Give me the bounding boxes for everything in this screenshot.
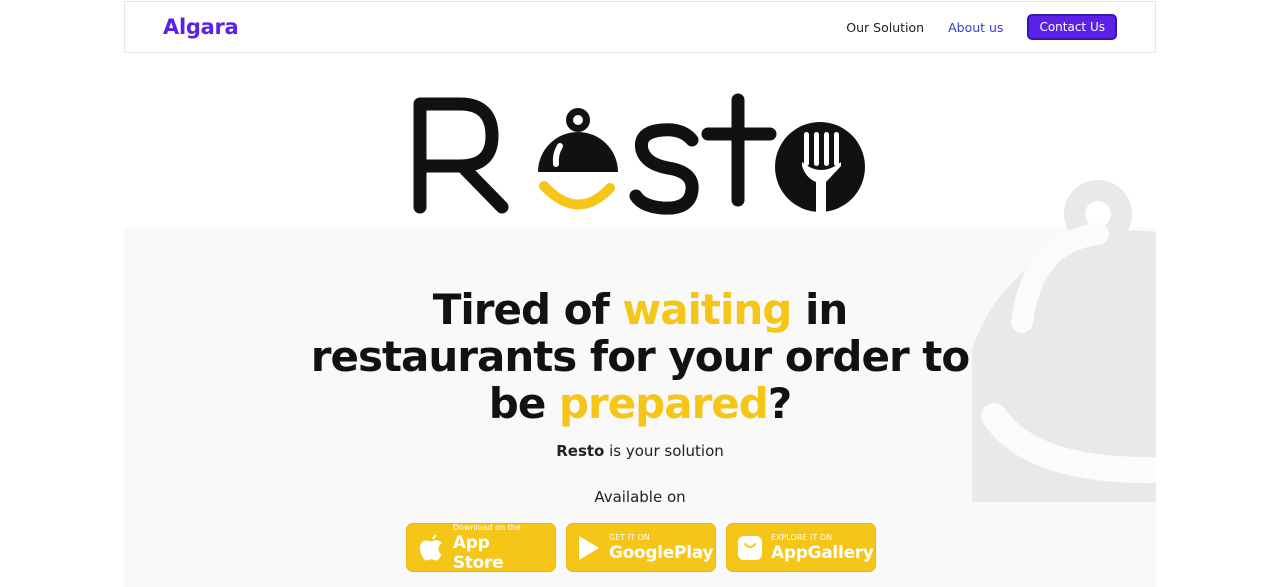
huawei-icon [737, 534, 763, 562]
app-store-text: Download on the App Store [453, 523, 545, 573]
cloche-watermark-icon [972, 172, 1156, 502]
tagline-text: is your solution [604, 442, 724, 460]
hero-tagline: Resto is your solution [440, 442, 840, 460]
app-store-button[interactable]: Download on the App Store [406, 523, 556, 573]
store-small-label: Download on the [452, 522, 521, 532]
store-name: App Store [452, 532, 504, 573]
google-play-text: GET IT ON GooglePlay [609, 533, 713, 563]
available-on-label: Available on [594, 488, 686, 506]
headline-text: Tired of [432, 285, 623, 334]
app-gallery-button[interactable]: EXPLORE IT ON AppGallery [726, 523, 876, 572]
nav-our-solution[interactable]: Our Solution [846, 20, 924, 35]
headline-text: in [791, 285, 848, 334]
google-play-button[interactable]: GET IT ON GooglePlay [566, 523, 716, 572]
store-name: GooglePlay [609, 542, 714, 563]
play-icon [577, 534, 601, 562]
headline-text: be [488, 379, 559, 428]
contact-us-button[interactable]: Contact Us [1027, 14, 1117, 40]
resto-logo [410, 92, 870, 222]
store-small-label: GET IT ON [609, 532, 650, 542]
nav-about-us[interactable]: About us [948, 20, 1003, 35]
store-small-label: EXPLORE IT ON [771, 532, 833, 542]
headline-text: ? [767, 379, 792, 428]
headline-highlight-prepared: prepared [558, 379, 769, 428]
store-name: AppGallery [771, 542, 874, 563]
top-navbar: Algara Our Solution About us Contact Us [124, 1, 1156, 53]
brand-logo[interactable]: Algara [163, 15, 239, 39]
headline-highlight-waiting: waiting [622, 285, 792, 334]
app-gallery-text: EXPLORE IT ON AppGallery [771, 533, 874, 563]
store-buttons: Download on the App Store GET IT ON Goog… [406, 523, 876, 573]
tagline-brand: Resto [556, 442, 605, 460]
main-nav: Our Solution About us Contact Us [846, 14, 1117, 40]
headline-text: restaurants for your order to [310, 332, 970, 381]
hero-headline: Tired of waiting in restaurants for your… [300, 286, 980, 427]
apple-icon [417, 534, 445, 562]
